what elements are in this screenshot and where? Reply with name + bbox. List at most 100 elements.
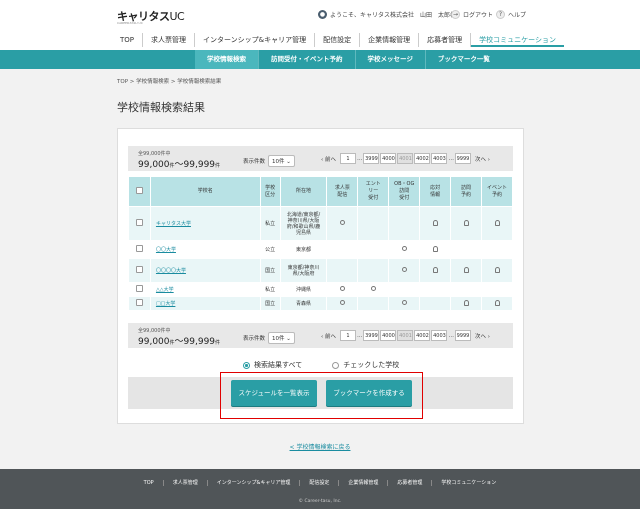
nav-item[interactable]: 求人票管理 [143,33,196,47]
lightbulb-icon [494,299,500,306]
status-cell [326,282,359,297]
subnav-item[interactable]: 学校情報検索 [195,50,259,69]
per-page-label: 表示件数 [243,336,266,342]
page-link[interactable]: 9999 [454,330,471,341]
page-link[interactable]: 4002 [414,330,431,341]
lightbulb-icon [463,266,469,273]
pagination: ‹ 前へ 1… 3999 4000 4001 4002 4003… 9999 次へ › [318,153,493,164]
status-cell [326,258,359,283]
table-row: 〇〇〇〇大学 国立 東京都/神奈川 県/大阪府 [128,258,513,283]
status-cell [326,296,359,311]
page-link[interactable]: 4003 [431,153,448,164]
page-link[interactable]: 9999 [454,153,471,164]
column-header: 学校名 [149,176,261,207]
page-link[interactable]: 3999 [363,153,380,164]
range-unit-end: 件 [215,340,221,346]
status-cell [481,206,513,241]
column-header: 所在地 [279,176,328,207]
footer-link[interactable]: 企業情報管理 [339,480,389,486]
footer-link[interactable]: 応募者管理 [388,480,433,486]
available-circle-icon [401,300,407,305]
subnav-item[interactable]: 学校メッセージ [356,50,426,69]
page-link[interactable]: 4000 [380,153,397,164]
subnav-item[interactable]: 訪問受付・イベント予約 [259,50,356,69]
range-sep: ～ [174,337,184,347]
school-name-link[interactable]: 〇〇大学 [149,240,261,259]
footer: TOP 求人票管理 インターンシップ&キャリア管理 配信設定 企業情報管理 応募者管理 学校… [0,469,640,509]
page-link[interactable]: 3999 [363,330,380,341]
radio-checked[interactable]: チェックした学校 [332,360,399,370]
row-checkbox[interactable] [135,285,143,292]
next-page-link[interactable]: 次へ › [475,332,490,340]
prev-label: 前へ [324,333,336,340]
radio-checked-control[interactable] [332,361,340,369]
radio-all-control[interactable] [243,361,250,369]
school-location: 青森県 [279,296,328,311]
page-ellipsis: … [356,332,363,339]
page-ellipsis: … [448,332,454,339]
nav-item[interactable]: TOP [112,33,144,47]
next-page-link[interactable]: 次へ › [475,155,490,163]
row-checkbox[interactable] [135,245,143,252]
nav-item[interactable]: 企業情報管理 [360,33,420,47]
per-page-select[interactable]: 10件 ⌄ [268,332,295,344]
school-name-link[interactable]: キャリタス大学 [149,206,261,241]
row-checkbox[interactable] [135,266,143,273]
subnav-item[interactable]: ブックマーク一覧 [426,50,502,69]
per-page-select[interactable]: 10件 ⌄ [268,155,295,167]
page-link[interactable]: 1 [339,330,356,341]
column-header: 応対 情報 [419,176,452,207]
breadcrumb: TOP > 学校情報検索 > 学校情報検索結果 [117,79,222,85]
back-link[interactable]: < 学校情報検索に戻る [0,442,640,451]
select-all-checkbox[interactable] [135,186,143,194]
nav-item[interactable]: 配信設定 [315,33,361,47]
lightbulb-icon [432,219,438,226]
welcome: ● ようこそ、キャリタス株式会社 山田 太郎様 [318,10,456,19]
row-checkbox[interactable] [135,219,143,226]
row-checkbox[interactable] [135,299,143,306]
nav-item[interactable]: 学校コミュニケーション [471,33,564,47]
pagination: ‹ 前へ 1… 3999 4000 4001 4002 4003… 9999 次へ › [318,330,493,341]
range-end: 99,999 [183,337,216,347]
page-link[interactable]: 4001 [397,330,414,341]
page-link[interactable]: 1 [339,153,356,164]
range-start: 99,000 [138,337,170,347]
page-ellipsis: … [356,155,363,162]
nav-item[interactable]: 応募者管理 [419,33,472,47]
main-nav: TOP 求人票管理 インターンシップ&キャリア管理 配信設定 企業情報管理 応募者管理 学校… [112,33,564,50]
prev-page-link[interactable]: ‹ 前へ [321,332,336,340]
logout-text: ログアウト [463,12,494,19]
footer-link[interactable]: 配信設定 [300,480,340,486]
page-title: 学校情報検索結果 [117,101,205,114]
school-type: 私立 [259,206,281,241]
status-cell [388,258,421,283]
target-radio-group: 検索結果すべて チェックした学校 [243,360,399,370]
column-header: 求人票 配信 [326,176,359,207]
school-name-link[interactable]: □□大学 [149,296,261,311]
footer-link[interactable]: インターンシップ&キャリア管理 [208,480,301,486]
status-cell [450,258,483,283]
footer-link[interactable]: 求人票管理 [164,480,208,486]
school-location: 東京都/神奈川 県/大阪府 [279,258,328,283]
logout-link[interactable]: → ログアウト [451,10,493,19]
prev-page-link[interactable]: ‹ 前へ [321,155,336,163]
available-circle-icon [401,267,407,272]
footer-link[interactable]: TOP [135,480,164,486]
footer-link[interactable]: 学校コミュニケーション [432,480,505,486]
page-link[interactable]: 4002 [414,153,431,164]
radio-all[interactable]: 検索結果すべて [243,360,302,370]
status-cell [419,296,452,311]
help-link[interactable]: ? ヘルプ [496,10,526,19]
page-link[interactable]: 4000 [380,330,397,341]
page-link[interactable]: 4003 [431,330,448,341]
help-icon: ? [496,10,505,19]
available-circle-icon [339,300,345,305]
school-name-link[interactable]: △△大学 [149,282,261,297]
school-type: 国立 [259,258,281,283]
page-link[interactable]: 4001 [397,153,414,164]
per-page-label: 表示件数 [243,159,266,165]
school-name-link[interactable]: 〇〇〇〇大学 [149,258,261,283]
school-location: 東京都 [279,240,328,259]
nav-item[interactable]: インターンシップ&キャリア管理 [195,33,316,47]
per-page: 表示件数 10件 ⌄ [243,155,295,167]
